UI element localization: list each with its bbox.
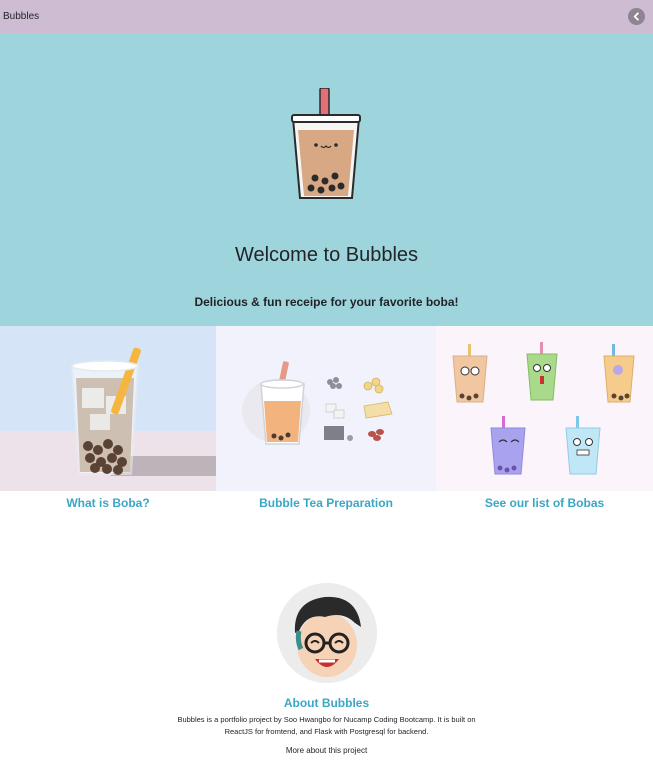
card-label[interactable]: What is Boba? xyxy=(0,496,216,510)
boba-glass-image xyxy=(0,326,216,491)
hero-subtitle: Delicious & fun receipe for your favorit… xyxy=(194,295,459,309)
card-label[interactable]: Bubble Tea Preparation xyxy=(216,496,436,510)
about-description: Bubbles is a portfolio project by Soo Hw… xyxy=(177,715,476,736)
feature-cards: What is Boba? Bubble Tea Preparation See… xyxy=(0,326,653,516)
about-title: About Bubbles xyxy=(283,696,370,710)
boba-cup-logo xyxy=(291,88,361,199)
card-label[interactable]: See our list of Bobas xyxy=(436,496,653,510)
card-bubble-tea-preparation[interactable]: Bubble Tea Preparation xyxy=(216,326,436,516)
card-what-is-boba[interactable]: What is Boba? xyxy=(0,326,216,516)
ingredients-image xyxy=(216,326,436,491)
back-button[interactable] xyxy=(628,8,645,25)
card-list-of-bobas[interactable]: See our list of Bobas xyxy=(436,326,653,516)
brand-link[interactable]: Bubbles xyxy=(3,11,39,22)
navbar: Bubbles xyxy=(0,0,653,33)
boba-characters-image xyxy=(436,326,653,491)
hero-section: Welcome to Bubbles Delicious & fun recei… xyxy=(0,33,653,326)
more-about-link[interactable]: More about this project xyxy=(0,746,653,755)
page-title: Welcome to Bubbles xyxy=(234,244,419,266)
chevron-left-icon xyxy=(633,12,639,21)
avatar xyxy=(277,583,377,683)
